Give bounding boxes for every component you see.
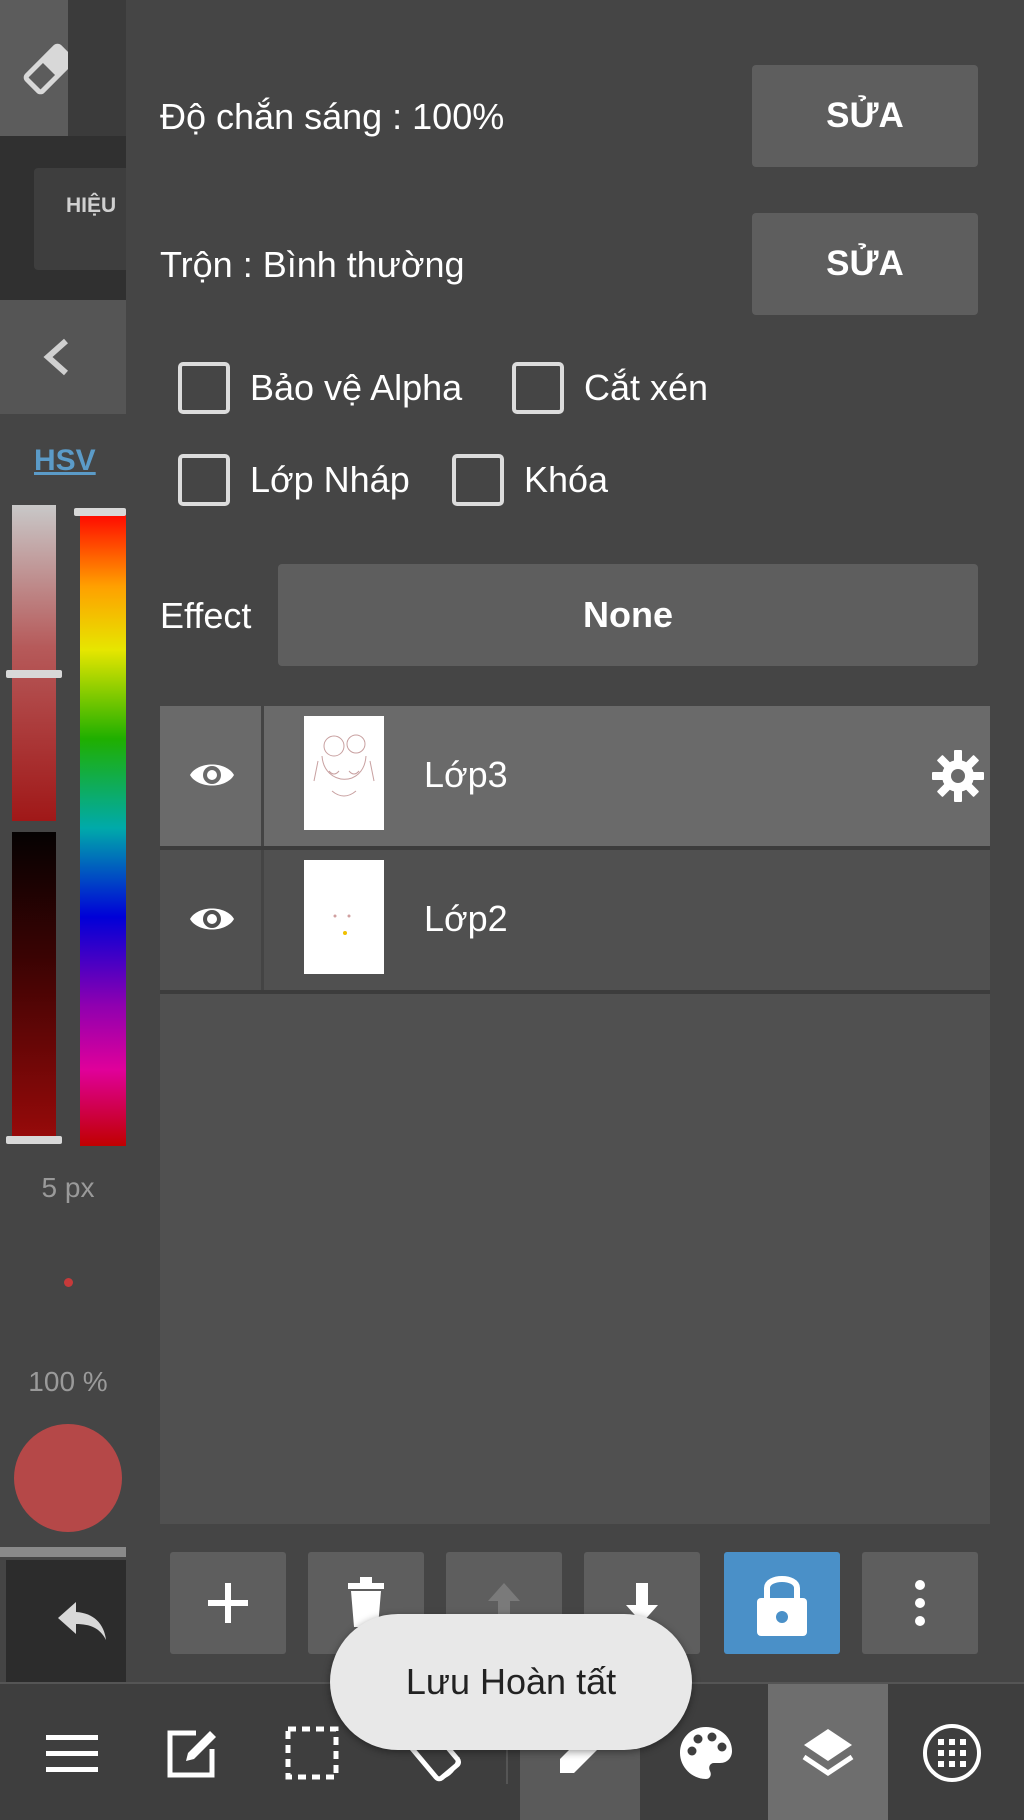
gear-icon[interactable]	[930, 748, 986, 804]
checkbox-label: Lớp Nháp	[250, 459, 410, 500]
checkbox-label: Bảo vệ Alpha	[250, 367, 463, 408]
lock-layer-button[interactable]	[724, 1552, 840, 1654]
effect-select-button[interactable]: None	[278, 564, 978, 666]
blend-mode-label: Trộn : Bình thường	[160, 244, 465, 285]
grid-button[interactable]	[892, 1684, 1012, 1820]
opacity-label: Độ chắn sáng : 100%	[160, 96, 505, 137]
visibility-toggle[interactable]	[160, 850, 264, 990]
hamburger-menu-icon	[46, 1735, 98, 1772]
protect-alpha-checkbox[interactable]: Bảo vệ Alpha	[178, 362, 462, 414]
save-complete-toast: Lưu Hoàn tất	[330, 1614, 692, 1750]
sketch-thumbnail-image	[313, 734, 375, 797]
brush-size-value[interactable]: 5 px	[0, 1172, 126, 1204]
checkbox-label: Khóa	[524, 459, 609, 500]
add-layer-button[interactable]	[170, 1552, 286, 1654]
opacity-edit-button[interactable]: SỬA	[752, 65, 978, 167]
tool-strip-top-spacer	[68, 0, 126, 136]
hue-slider[interactable]	[80, 510, 126, 1146]
grid-circle-icon	[923, 1724, 981, 1782]
undo-button[interactable]	[6, 1560, 126, 1682]
collapse-button[interactable]	[0, 300, 126, 414]
brush-opacity-value[interactable]: 100 %	[0, 1366, 126, 1398]
eraser-tool[interactable]	[0, 0, 75, 136]
brush-preview-dot	[64, 1278, 73, 1287]
current-color-swatch[interactable]	[14, 1424, 122, 1532]
chevron-left-icon	[43, 338, 68, 376]
hue-handle[interactable]	[74, 508, 126, 516]
plus-icon	[208, 1583, 248, 1623]
effect-chip[interactable]: HIỆU	[34, 168, 126, 270]
layer-name: Lớp3	[424, 754, 508, 795]
selection-icon	[285, 1726, 339, 1780]
layer-row-lop2[interactable]: Lớp2	[160, 850, 990, 990]
left-tool-strip: HIỆU HSV 5 px 100 %	[0, 0, 126, 1682]
draft-layer-checkbox[interactable]: Lớp Nháp	[178, 454, 410, 506]
menu-button[interactable]	[12, 1684, 132, 1820]
brightness-handle[interactable]	[6, 1136, 62, 1144]
effect-label: Effect	[160, 595, 252, 636]
more-vertical-icon	[915, 1580, 925, 1626]
layer-thumbnail	[304, 860, 384, 974]
eye-icon	[190, 908, 234, 930]
lock-checkbox[interactable]: Khóa	[452, 454, 608, 506]
layer-thumbnail	[304, 716, 384, 830]
layer-name: Lớp2	[424, 898, 508, 939]
brightness-slider[interactable]	[12, 832, 56, 1144]
effect-chip-label: HIỆU	[66, 194, 117, 217]
checkbox-label: Cắt xén	[584, 367, 709, 408]
blend-mode-edit-button[interactable]: SỬA	[752, 213, 978, 315]
checkbox-box[interactable]	[512, 362, 564, 414]
more-options-button[interactable]	[862, 1552, 978, 1654]
palette-icon	[680, 1727, 732, 1779]
layer-divider	[160, 990, 990, 994]
checkbox-box[interactable]	[178, 454, 230, 506]
clipping-checkbox[interactable]: Cắt xén	[512, 362, 708, 414]
eye-icon	[190, 764, 234, 786]
color-mode-link[interactable]: HSV	[34, 444, 96, 478]
checkbox-box[interactable]	[178, 362, 230, 414]
edit-icon	[167, 1730, 216, 1778]
layer-list: Lớp3 Lớp2	[160, 706, 990, 1524]
edit-button[interactable]	[132, 1684, 252, 1820]
lock-icon	[757, 1576, 807, 1636]
layers-icon	[802, 1729, 854, 1777]
undo-icon	[58, 1602, 106, 1640]
thumbnail-image	[333, 914, 351, 935]
divider	[0, 1547, 126, 1557]
visibility-toggle[interactable]	[160, 706, 264, 846]
layer-row-lop3[interactable]: Lớp3	[160, 706, 990, 846]
saturation-slider[interactable]	[12, 505, 56, 821]
saturation-handle[interactable]	[6, 670, 62, 678]
layer-panel: Độ chắn sáng : 100% SỬA Trộn : Bình thườ…	[126, 0, 1024, 1682]
checkbox-box[interactable]	[452, 454, 504, 506]
layers-button[interactable]	[768, 1684, 888, 1820]
